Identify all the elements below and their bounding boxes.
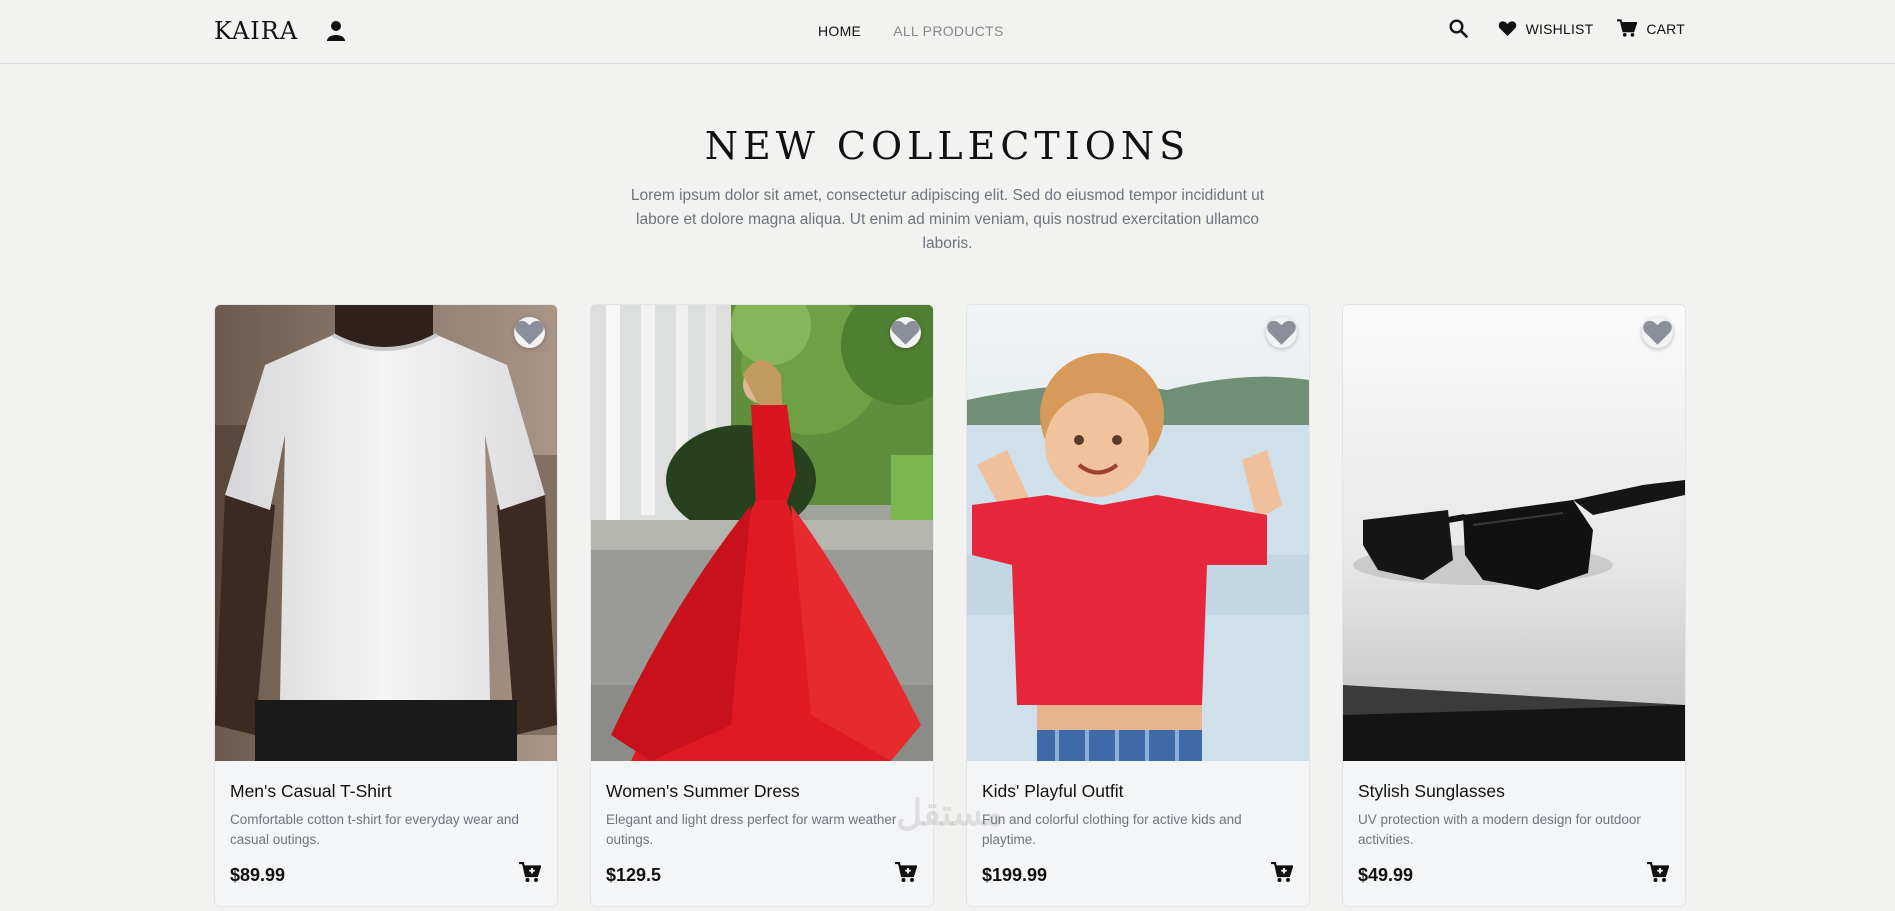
cart-icon [1617, 19, 1638, 37]
user-account-icon[interactable] [326, 20, 346, 42]
product-info: Stylish Sunglasses UV protection with a … [1358, 781, 1670, 850]
product-price: $49.99 [1358, 865, 1414, 885]
section-title: NEW COLLECTIONS [704, 124, 1191, 168]
heart-icon [1267, 320, 1296, 345]
product-image-kid-outfit[interactable] [967, 305, 1309, 761]
product-info: Men's Casual T-Shirt Comfortable cotton … [230, 781, 542, 850]
product-description: UV protection with a modern design for o… [1358, 812, 1641, 847]
heart-icon [891, 320, 920, 345]
cart-label: CART [1646, 20, 1685, 37]
product-image-sunglasses[interactable] [1343, 305, 1685, 761]
product-price: $89.99 [230, 865, 286, 885]
add-to-cart-button[interactable] [519, 861, 542, 888]
product-card[interactable]: Women's Summer Dress Elegant and light d… [590, 304, 934, 907]
product-name[interactable]: Stylish Sunglasses [1358, 781, 1670, 802]
search-button[interactable] [1449, 19, 1468, 38]
add-to-cart-icon [1647, 861, 1670, 882]
nav-home-link[interactable]: HOME [818, 23, 861, 39]
product-image-white-tshirt[interactable] [215, 305, 557, 761]
product-image-red-dress[interactable] [591, 305, 933, 761]
favorite-button[interactable] [890, 317, 921, 348]
product-description: Comfortable cotton t-shirt for everyday … [230, 812, 519, 847]
nav-all-products-link[interactable]: ALL PRODUCTS [893, 23, 1003, 39]
wishlist-link[interactable]: WISHLIST [1498, 20, 1594, 37]
product-name[interactable]: Kids' Playful Outfit [982, 781, 1294, 802]
header-actions: WISHLIST CART [1449, 19, 1685, 38]
product-info: Kids' Playful Outfit Fun and colorful cl… [982, 781, 1294, 850]
favorite-button[interactable] [1266, 317, 1297, 348]
heart-icon [1498, 21, 1516, 37]
search-icon [1449, 19, 1468, 38]
product-info: Women's Summer Dress Elegant and light d… [606, 781, 918, 850]
heart-icon [515, 320, 544, 345]
site-header: KAIRA HOME ALL PRODUCTS WISHLIST CART [0, 0, 1895, 64]
add-to-cart-icon [1271, 861, 1294, 882]
add-to-cart-icon [895, 861, 918, 882]
section-subtitle: Lorem ipsum dolor sit amet, consectetur … [630, 187, 1265, 252]
favorite-button[interactable] [514, 317, 545, 348]
product-card[interactable]: Stylish Sunglasses UV protection with a … [1342, 304, 1686, 907]
site-logo[interactable]: KAIRA [214, 17, 298, 45]
add-to-cart-icon [519, 861, 542, 882]
product-name[interactable]: Women's Summer Dress [606, 781, 918, 802]
product-card[interactable]: Men's Casual T-Shirt Comfortable cotton … [214, 304, 558, 907]
add-to-cart-button[interactable] [895, 861, 918, 888]
product-description: Elegant and light dress perfect for warm… [606, 812, 897, 847]
product-price: $129.5 [606, 865, 662, 885]
heart-icon [1643, 320, 1672, 345]
main-nav: HOME ALL PRODUCTS [818, 23, 1004, 39]
favorite-button[interactable] [1642, 317, 1673, 348]
product-description: Fun and colorful clothing for active kid… [982, 812, 1242, 847]
cart-link[interactable]: CART [1617, 19, 1685, 38]
product-price: $199.99 [982, 865, 1048, 885]
product-card[interactable]: Kids' Playful Outfit Fun and colorful cl… [966, 304, 1310, 907]
wishlist-label: WISHLIST [1525, 20, 1594, 37]
add-to-cart-button[interactable] [1647, 861, 1670, 888]
product-name[interactable]: Men's Casual T-Shirt [230, 781, 542, 802]
add-to-cart-button[interactable] [1271, 861, 1294, 888]
